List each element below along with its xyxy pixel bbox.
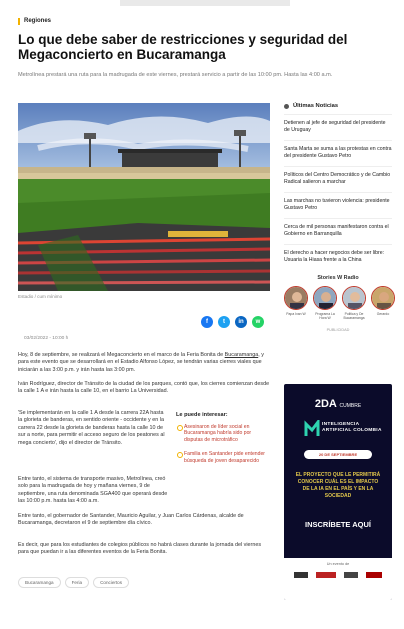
ad-sponsors-label: Un evento de <box>326 562 350 566</box>
news-item[interactable]: Políticos del Centro Democrático y de Ca… <box>284 166 392 192</box>
ad-edition-number: 2DA <box>314 398 337 410</box>
stories-row: Papa Ivan W Programa La Hora W Politica … <box>284 286 395 320</box>
related-box: Le puede interesar: Asesinaron de líder … <box>176 412 270 472</box>
story-item[interactable]: Gerardo <box>371 286 395 320</box>
ad-sponsors: Un evento de <box>284 558 392 600</box>
story-label: Gerardo <box>376 312 390 316</box>
story-label: Programa La Hora W <box>315 312 335 320</box>
image-caption: Estadio / cum mínimo <box>18 294 63 299</box>
paragraph-5: Entre tanto, el gobernador de Santander,… <box>18 513 244 527</box>
tag-chip[interactable]: Feria <box>64 577 90 588</box>
news-item[interactable]: El derecho a hacer negocios debe ser lib… <box>284 244 392 270</box>
news-item[interactable]: Cerca de mil personas manifestaron contr… <box>284 218 392 244</box>
article-headline: Lo que debe saber de restricciones y seg… <box>18 32 348 62</box>
ad-headline: INTELIGENCIA ARTIFICIAL COLOMBIA <box>322 422 382 433</box>
tag-chip[interactable]: Conciertos <box>93 577 130 588</box>
publish-date: 03/02/2022 - 10:00 h <box>24 336 69 341</box>
article-lead: Metrolínea prestará una ruta para la mad… <box>18 72 333 78</box>
whatsapp-share-icon[interactable]: w <box>252 316 264 328</box>
linkedin-share-icon[interactable]: in <box>235 316 247 328</box>
ia-logo-icon <box>304 420 320 436</box>
ad-edition-word: CUMBRE <box>339 403 362 409</box>
twitter-share-icon[interactable]: t <box>218 316 230 328</box>
paragraph-2: Iván Rodríguez, director de Tránsito de … <box>18 381 270 395</box>
hero-image <box>18 103 270 291</box>
ad-message: EL PROYECTO QUE LE PERMITIRÁ CONOCER CUÁ… <box>295 472 381 499</box>
ad-cta-button[interactable]: INSCRÍBETE AQUÍ <box>298 520 378 529</box>
latest-news-title: Últimas Noticias <box>284 103 392 109</box>
story-avatar <box>284 286 308 310</box>
story-item[interactable]: Programa La Hora W <box>313 286 337 320</box>
facebook-share-icon[interactable]: f <box>201 316 213 328</box>
clock-icon <box>284 103 289 109</box>
related-item[interactable]: Familia en Santander pide entender búsqu… <box>176 451 270 464</box>
story-label: Politica y De Bucaramanga <box>343 312 365 320</box>
sidebar: Últimas Noticias Detienen al jefe de seg… <box>284 103 395 332</box>
story-item[interactable]: Politica y De Bucaramanga <box>342 286 366 320</box>
stories-title: Stories W Radio <box>317 275 359 281</box>
advertising-label: PUBLICIDAD <box>326 328 350 332</box>
related-item[interactable]: Asesinaron de líder social en Bucaramang… <box>176 424 270 443</box>
top-ad-slot[interactable] <box>120 0 290 6</box>
sponsor-logo <box>366 572 382 578</box>
paragraph-1-text-a: Hoy, 8 de septiembre, se realizará el Me… <box>18 352 225 358</box>
tag-chip[interactable]: Bucaramanga <box>18 577 61 588</box>
news-item[interactable]: Las marchas no tuvieron violencia: presi… <box>284 192 392 218</box>
share-buttons: f t in w <box>201 316 264 328</box>
story-label: Papa Ivan W <box>286 312 306 316</box>
ad-edition: 2DA CUMBRE <box>284 398 392 410</box>
sidebar-ad-banner[interactable]: 2DA CUMBRE INTELIGENCIA ARTIFICIAL COLOM… <box>284 384 392 600</box>
related-title: Le puede interesar: <box>176 412 228 418</box>
news-item[interactable]: Detienen al jefe de seguridad del presid… <box>284 114 392 140</box>
ad-date: 20 DE SEPTIEMBRE <box>304 450 372 459</box>
sponsor-logo <box>294 572 308 578</box>
sponsor-logo <box>344 572 358 578</box>
paragraph-1: Hoy, 8 de septiembre, se realizará el Me… <box>18 352 270 374</box>
paragraph-3: 'Se implementarán en la calle 1 A desde … <box>18 410 165 446</box>
story-avatar <box>371 286 395 310</box>
news-item[interactable]: Santa Marta se suma a las protestas en c… <box>284 140 392 166</box>
paragraph-6: Es decir, que para los estudiantes de co… <box>18 542 262 556</box>
latest-news-label: Últimas Noticias <box>293 103 339 109</box>
paragraph-4: Entre tanto, el sistema de transporte ma… <box>18 476 168 505</box>
story-avatar <box>313 286 337 310</box>
story-item[interactable]: Papa Ivan W <box>284 286 308 320</box>
section-tag[interactable]: Regiones <box>18 18 51 25</box>
top-ad-bar <box>0 0 404 8</box>
tag-list: Bucaramanga Feria Conciertos <box>18 577 130 588</box>
bucaramanga-link[interactable]: Bucaramanga <box>225 352 259 358</box>
sponsor-logo <box>316 572 336 578</box>
story-avatar <box>342 286 366 310</box>
